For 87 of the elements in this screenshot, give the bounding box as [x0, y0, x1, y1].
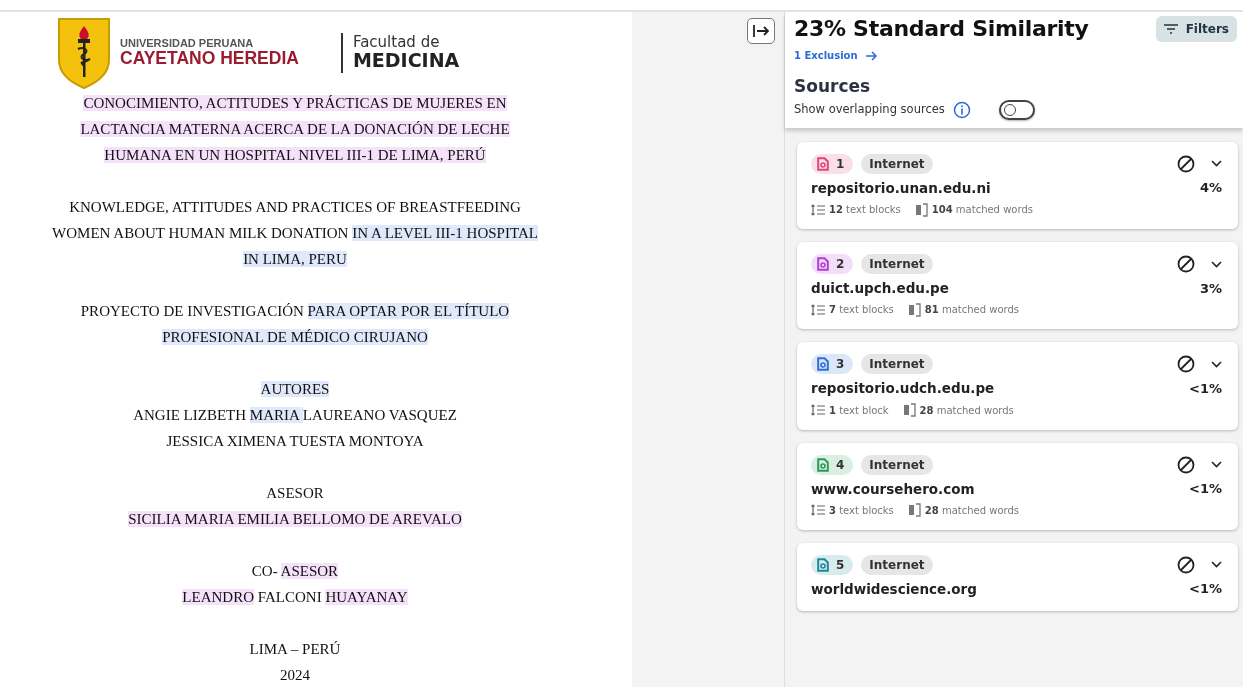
source-card[interactable]: 2 Internet duict.upch.edu.pe 3% 7 text blocks 81 matched words [797, 242, 1238, 330]
chevron-down-icon [1211, 461, 1222, 469]
sources-heading: Sources [794, 75, 872, 99]
expand-button[interactable] [1211, 360, 1222, 368]
source-percentage: <1% [1189, 480, 1222, 498]
document-text-line: ASESOR [265, 484, 325, 503]
overlap-toggle[interactable] [998, 99, 1035, 120]
exclusion-link[interactable]: 1 Exclusion [794, 48, 878, 64]
matched-words-count: 28 matched words [924, 503, 1020, 518]
exclude-button[interactable] [1177, 455, 1195, 474]
document-text-line: PROYECTO DE INVESTIGACIÓN PARA OPTAR POR EL TÍTULO [79, 302, 511, 321]
info-icon[interactable] [952, 100, 971, 119]
matched-words-icon [914, 202, 928, 217]
document-text-line: LEANDRO FALCONI HUAYANAY [181, 588, 409, 607]
source-number-badge: 1 [811, 153, 854, 174]
overlap-label: Show overlapping sources [794, 101, 945, 119]
prohibit-icon [1177, 355, 1195, 374]
source-percentage: <1% [1189, 580, 1222, 599]
exclude-button[interactable] [1177, 255, 1195, 274]
document-text-line: KNOWLEDGE, ATTITUDES AND PRACTICES OF BREASTFEEDING [68, 198, 522, 217]
exclude-button[interactable] [1177, 555, 1195, 574]
source-name[interactable]: www.coursehero.com [811, 478, 975, 499]
text-blocks-count: 1 text block [829, 403, 889, 418]
text-blocks-count: 7 text blocks [829, 303, 894, 318]
document-text-line: ANGIE LIZBETH MARIA LAUREANO VASQUEZ [132, 406, 458, 425]
source-type-tag: Internet [861, 254, 933, 275]
source-type-tag: Internet [861, 354, 933, 375]
expand-button[interactable] [1211, 461, 1222, 469]
text-blocks-icon [811, 203, 825, 216]
matched-words-icon [907, 302, 921, 317]
university-shield-icon [56, 15, 112, 90]
chevron-down-icon [1211, 561, 1222, 569]
exclude-button[interactable] [1177, 355, 1195, 374]
source-number-badge: 2 [811, 254, 854, 275]
document-text-line: JESSICA XIMENA TUESTA MONTOYA [165, 432, 425, 451]
source-card[interactable]: 5 Internet worldwidescience.org <1% [797, 542, 1238, 612]
source-type-tag: Internet [861, 454, 933, 475]
source-percentage: <1% [1189, 379, 1222, 398]
prohibit-icon [1177, 555, 1195, 574]
source-type-tag: Internet [861, 153, 933, 174]
arrow-to-bar-icon [752, 24, 770, 38]
source-number-badge: 4 [811, 454, 854, 475]
source-name[interactable]: repositorio.udch.edu.pe [811, 378, 995, 399]
matched-words-count: 104 matched words [931, 203, 1033, 218]
source-card[interactable]: 1 Internet repositorio.unan.edu.ni 4% 12 text blocks 104 matched words [797, 141, 1238, 230]
collapse-panel-button[interactable] [747, 18, 775, 44]
text-blocks-icon [811, 303, 825, 316]
prohibit-icon [1177, 255, 1195, 274]
filter-icon [1163, 24, 1178, 34]
source-number-badge: 5 [811, 554, 854, 575]
document-text-line: LIMA – PERÚ [248, 640, 342, 659]
matched-words-count: 28 matched words [919, 403, 1014, 418]
source-name[interactable]: duict.upch.edu.pe [811, 278, 949, 299]
expand-button[interactable] [1211, 561, 1222, 569]
source-percentage: 3% [1199, 279, 1222, 298]
text-blocks-icon [811, 504, 825, 517]
matched-words-icon [902, 403, 916, 418]
similarity-title: 23% Standard Similarity [794, 16, 1089, 43]
filters-button[interactable]: Filters [1155, 16, 1237, 42]
chevron-down-icon [1211, 160, 1222, 168]
source-type-tag: Internet [861, 554, 933, 575]
faculty-label: Facultad de [352, 33, 441, 51]
chevron-down-icon [1211, 360, 1222, 368]
arrow-right-icon [865, 50, 878, 61]
source-name[interactable]: worldwidescience.org [811, 578, 977, 600]
document-text-line: CO- ASESOR [250, 562, 340, 581]
matched-words-count: 81 matched words [924, 303, 1020, 318]
chevron-down-icon [1211, 260, 1222, 268]
prohibit-icon [1177, 154, 1195, 173]
document-text-line: 2024 [279, 666, 311, 685]
text-blocks-count: 12 text blocks [829, 203, 901, 218]
faculty-name: MEDICINA [352, 50, 460, 72]
source-name[interactable]: repositorio.unan.edu.ni [811, 177, 991, 199]
text-blocks-icon [811, 404, 825, 417]
university-name: CAYETANO HEREDIA [120, 48, 299, 69]
exclude-button[interactable] [1177, 154, 1195, 173]
text-blocks-count: 3 text blocks [829, 503, 894, 518]
source-card[interactable]: 3 Internet repositorio.udch.edu.pe <1% 1 text block 28 matched words [797, 342, 1238, 430]
source-percentage: 4% [1199, 179, 1222, 198]
source-number-badge: 3 [811, 354, 854, 375]
university-name-line: UNIVERSIDAD PERUANA [120, 36, 255, 49]
document-text-line: WOMEN ABOUT HUMAN MILK DONATION IN A LEVEL III-1 HOSPITAL [51, 224, 539, 243]
expand-button[interactable] [1211, 260, 1222, 268]
source-card[interactable]: 4 Internet www.coursehero.com <1% 3 text blocks 28 matched words [797, 442, 1238, 530]
matched-words-icon [907, 503, 921, 518]
prohibit-icon [1177, 455, 1195, 474]
expand-button[interactable] [1211, 160, 1222, 168]
